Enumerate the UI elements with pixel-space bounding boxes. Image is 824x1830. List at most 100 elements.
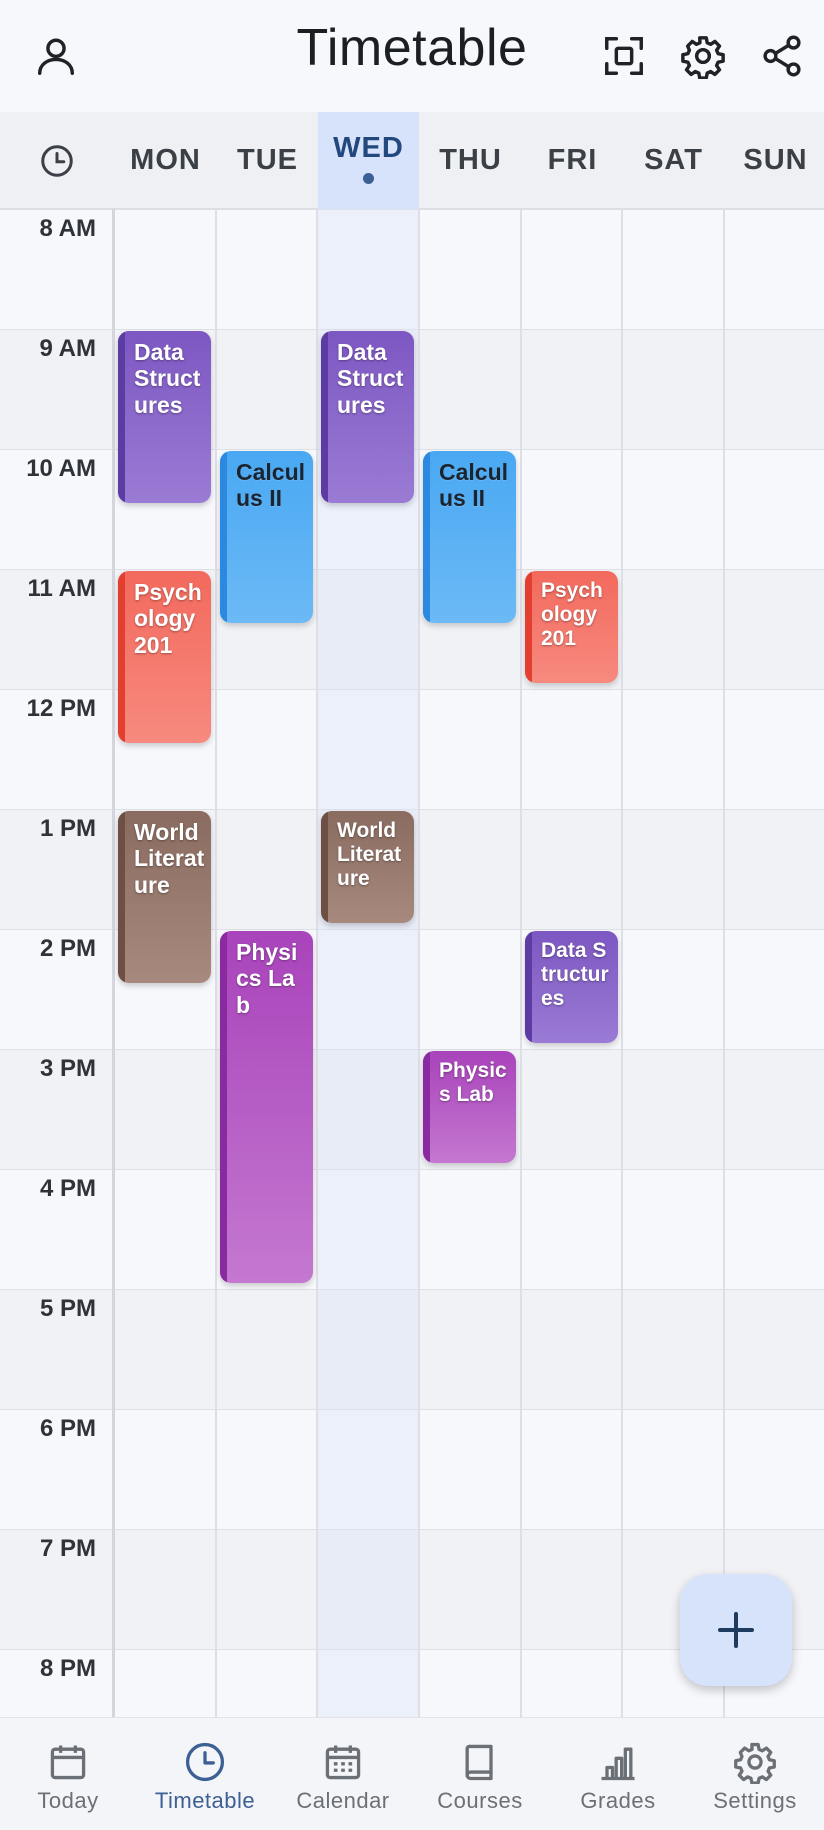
column-divider	[316, 209, 318, 1717]
bar-chart-icon	[601, 1747, 635, 1781]
day-label: SUN	[743, 144, 808, 176]
event-block[interactable]: Physics Lab	[423, 1051, 516, 1163]
time-label: 10 AM	[26, 455, 96, 482]
event-title: Calculus II	[236, 459, 306, 512]
book-icon	[465, 1744, 493, 1781]
bottom-navigation: Today Timetable Calendar Courses Grades Setti…	[0, 1717, 824, 1830]
event-block[interactable]: Data Structures	[118, 331, 211, 503]
app-header: Timetable	[0, 0, 824, 112]
event-title: Data Structures	[134, 339, 201, 418]
event-block[interactable]: World Literature	[118, 811, 211, 983]
event-title: World Literature	[134, 819, 205, 898]
time-label: 5 PM	[39, 1295, 96, 1322]
event-block[interactable]: Data Structures	[321, 331, 414, 503]
event-block[interactable]: Data Structures	[525, 931, 618, 1043]
time-column-header	[0, 112, 113, 209]
day-label: WED	[333, 132, 404, 164]
event-color-stripe	[525, 931, 532, 1043]
event-block[interactable]: World Literature	[321, 811, 414, 923]
day-label: SAT	[644, 144, 703, 176]
column-divider	[621, 209, 623, 1717]
event-color-stripe	[423, 451, 430, 623]
day-header-wed[interactable]: WED	[318, 112, 419, 209]
nav-item-courses[interactable]: Courses	[412, 1718, 548, 1830]
time-label: 12 PM	[26, 695, 96, 722]
day-header-tue[interactable]: TUE	[217, 112, 318, 209]
day-label: THU	[439, 144, 502, 176]
nav-label: Calendar	[296, 1788, 390, 1813]
time-label: 3 PM	[39, 1055, 96, 1082]
focus-view-button[interactable]	[596, 28, 652, 84]
event-block[interactable]: Calculus II	[423, 451, 516, 623]
clock-icon	[185, 1742, 225, 1782]
time-label: 4 PM	[39, 1175, 96, 1202]
column-divider	[418, 209, 420, 1717]
share-icon	[763, 35, 801, 77]
event-color-stripe	[321, 811, 328, 923]
event-title: Calculus II	[439, 459, 509, 512]
time-label: 9 AM	[39, 335, 96, 362]
nav-item-timetable[interactable]: Timetable	[137, 1718, 273, 1830]
nav-label: Grades	[580, 1788, 656, 1813]
day-header-fri[interactable]: FRI	[522, 112, 623, 209]
event-title: Psychology 201	[134, 579, 202, 658]
event-title: World Literature	[337, 819, 402, 891]
nav-item-calendar[interactable]: Calendar	[275, 1718, 411, 1830]
time-label: 8 PM	[39, 1655, 96, 1682]
event-color-stripe	[525, 571, 532, 683]
time-label: 1 PM	[39, 815, 96, 842]
event-color-stripe	[423, 1051, 430, 1163]
today-indicator-dot	[363, 173, 374, 184]
time-label: 2 PM	[39, 935, 96, 962]
event-color-stripe	[220, 451, 227, 623]
column-divider	[520, 209, 522, 1717]
event-block[interactable]: Psychology 201	[118, 571, 211, 743]
column-divider	[723, 209, 725, 1717]
event-color-stripe	[118, 331, 125, 503]
event-title: Data Structures	[337, 339, 404, 418]
nav-label: Settings	[713, 1788, 797, 1813]
time-label: 8 AM	[39, 215, 96, 242]
event-title: Psychology 201	[541, 579, 603, 651]
event-block[interactable]: Calculus II	[220, 451, 313, 623]
nav-label: Courses	[437, 1788, 523, 1813]
day-label: MON	[130, 144, 201, 176]
nav-item-today[interactable]: Today	[0, 1718, 136, 1830]
nav-item-settings[interactable]: Settings	[687, 1718, 823, 1830]
column-divider	[112, 209, 115, 1717]
calendar-day-icon	[50, 1745, 86, 1780]
plus-icon	[718, 1612, 754, 1648]
add-event-button[interactable]	[680, 1574, 792, 1686]
time-label: 7 PM	[39, 1535, 96, 1562]
event-block[interactable]: Psychology 201	[525, 571, 618, 683]
weekday-header: MON TUE WED THU FRI SAT SUN	[0, 112, 824, 209]
day-label: FRI	[547, 144, 598, 176]
event-color-stripe	[118, 811, 125, 983]
day-header-thu[interactable]: THU	[420, 112, 521, 209]
day-header-sat[interactable]: SAT	[623, 112, 724, 209]
day-header-mon[interactable]: MON	[115, 112, 216, 209]
event-color-stripe	[118, 571, 125, 743]
nav-label: Timetable	[154, 1788, 256, 1813]
settings-button[interactable]	[675, 28, 731, 84]
day-label: TUE	[237, 144, 298, 176]
column-divider	[215, 209, 217, 1717]
timetable-grid[interactable]: 8 AM 9 AM 10 AM 11 AM 12 PM 1 PM 2 PM 3 PM 4 PM 5…	[0, 209, 824, 1769]
focus-frame-icon	[605, 37, 643, 75]
event-title: Physics Lab	[439, 1059, 507, 1107]
clock-icon	[40, 144, 73, 177]
share-button[interactable]	[754, 28, 810, 84]
gear-icon	[681, 36, 725, 79]
calendar-grid-icon	[325, 1745, 361, 1780]
time-label: 11 AM	[27, 575, 96, 602]
event-title: Data Structures	[541, 939, 609, 1011]
event-color-stripe	[321, 331, 328, 503]
nav-item-grades[interactable]: Grades	[550, 1718, 686, 1830]
day-header-sun[interactable]: SUN	[725, 112, 824, 209]
nav-label: Today	[37, 1788, 99, 1813]
event-block[interactable]: Physics Lab	[220, 931, 313, 1283]
event-color-stripe	[220, 931, 227, 1283]
time-label: 6 PM	[39, 1415, 96, 1442]
event-title: Physics Lab	[236, 939, 298, 1018]
gear-icon	[734, 1742, 776, 1784]
